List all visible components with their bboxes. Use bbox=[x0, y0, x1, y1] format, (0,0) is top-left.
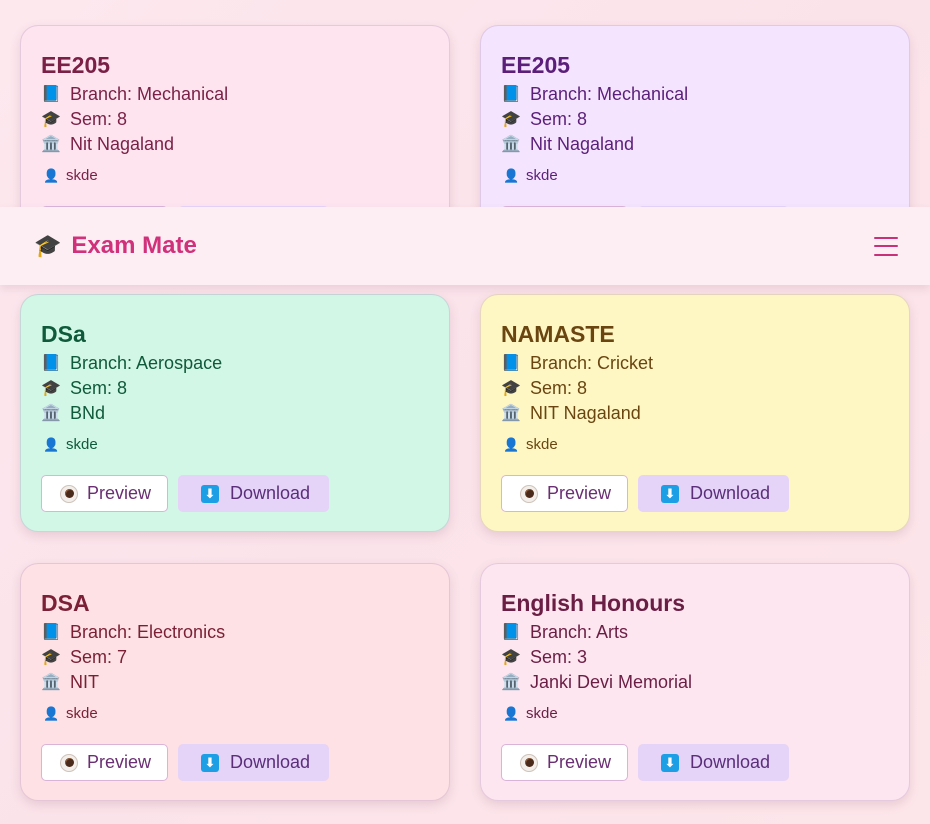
preview-button[interactable]: Preview bbox=[41, 744, 168, 781]
building-icon: 🏛️ bbox=[41, 136, 61, 153]
graduation-cap-icon: 🎓 bbox=[41, 380, 61, 397]
college-text: Nit Nagaland bbox=[530, 134, 635, 154]
uploader-text: skde bbox=[66, 167, 98, 184]
paper-title: English Honours bbox=[501, 590, 685, 616]
paper-card: DSA 📘 Branch: Electronics 🎓 Sem: 7 🏛️ NIT 👤… bbox=[20, 563, 450, 801]
user-icon: 👤 bbox=[43, 437, 60, 452]
preview-button[interactable]: Preview bbox=[501, 475, 628, 512]
college-text: NIT Nagaland bbox=[530, 403, 641, 423]
eye-icon bbox=[60, 484, 78, 503]
preview-button[interactable]: Preview bbox=[41, 475, 168, 512]
branch-text: Branch: Mechanical bbox=[530, 84, 689, 104]
user-icon: 👤 bbox=[43, 168, 60, 183]
sem-text: Sem: 8 bbox=[70, 109, 128, 129]
college-text: BNd bbox=[70, 403, 106, 423]
uploader-text: skde bbox=[526, 167, 558, 184]
download-icon: ⬇ bbox=[661, 753, 679, 772]
brand-name: Exam Mate bbox=[71, 232, 197, 259]
graduation-cap-icon: 🎓 bbox=[34, 233, 62, 258]
uploader-text: skde bbox=[526, 705, 558, 722]
eye-icon bbox=[60, 753, 78, 772]
graduation-cap-icon: 🎓 bbox=[501, 380, 521, 397]
hamburger-menu-icon[interactable] bbox=[874, 236, 898, 256]
eye-icon bbox=[520, 753, 538, 772]
building-icon: 🏛️ bbox=[41, 674, 61, 691]
download-button[interactable]: ⬇Download bbox=[178, 744, 329, 781]
book-icon: 📘 bbox=[41, 624, 61, 641]
branch-text: Branch: Aerospace bbox=[70, 353, 223, 373]
building-icon: 🏛️ bbox=[501, 136, 521, 153]
sem-text: Sem: 7 bbox=[70, 647, 128, 667]
download-icon: ⬇ bbox=[661, 484, 679, 503]
paper-title: EE205 bbox=[501, 52, 571, 78]
building-icon: 🏛️ bbox=[501, 674, 521, 691]
graduation-cap-icon: 🎓 bbox=[501, 111, 521, 128]
paper-title: EE205 bbox=[41, 52, 111, 78]
book-icon: 📘 bbox=[41, 86, 61, 103]
book-icon: 📘 bbox=[501, 355, 521, 372]
user-icon: 👤 bbox=[43, 706, 60, 721]
download-button[interactable]: ⬇Download bbox=[638, 744, 789, 781]
download-icon: ⬇ bbox=[201, 484, 219, 503]
user-icon: 👤 bbox=[503, 706, 520, 721]
brand[interactable]: 🎓 Exam Mate bbox=[34, 232, 197, 260]
navbar: 🎓 Exam Mate bbox=[0, 207, 930, 285]
download-icon: ⬇ bbox=[201, 753, 219, 772]
book-icon: 📘 bbox=[501, 624, 521, 641]
sem-text: Sem: 8 bbox=[530, 109, 588, 129]
graduation-cap-icon: 🎓 bbox=[501, 649, 521, 666]
sem-text: Sem: 8 bbox=[70, 378, 128, 398]
college-text: NIT bbox=[70, 672, 99, 692]
book-icon: 📘 bbox=[41, 355, 61, 372]
download-button[interactable]: ⬇Download bbox=[638, 475, 789, 512]
uploader-text: skde bbox=[526, 436, 558, 453]
graduation-cap-icon: 🎓 bbox=[41, 111, 61, 128]
paper-card: English Honours 📘 Branch: Arts 🎓 Sem: 3 🏛️… bbox=[480, 563, 910, 801]
user-icon: 👤 bbox=[503, 437, 520, 452]
paper-card: NAMASTE 📘 Branch: Cricket 🎓 Sem: 8 🏛️ NIT N… bbox=[480, 294, 910, 532]
branch-text: Branch: Mechanical bbox=[70, 84, 229, 104]
branch-text: Branch: Arts bbox=[530, 622, 629, 642]
user-icon: 👤 bbox=[503, 168, 520, 183]
building-icon: 🏛️ bbox=[41, 405, 61, 422]
uploader-text: skde bbox=[66, 705, 98, 722]
building-icon: 🏛️ bbox=[501, 405, 521, 422]
graduation-cap-icon: 🎓 bbox=[41, 649, 61, 666]
paper-title: NAMASTE bbox=[501, 321, 615, 347]
paper-title: DSa bbox=[41, 321, 86, 347]
uploader-text: skde bbox=[66, 436, 98, 453]
paper-card: DSa 📘 Branch: Aerospace 🎓 Sem: 8 🏛️ BNd 👤 sk… bbox=[20, 294, 450, 532]
preview-button[interactable]: Preview bbox=[501, 744, 628, 781]
college-text: Janki Devi Memorial bbox=[530, 672, 693, 692]
paper-title: DSA bbox=[41, 590, 90, 616]
eye-icon bbox=[520, 484, 538, 503]
sem-text: Sem: 8 bbox=[530, 378, 588, 398]
college-text: Nit Nagaland bbox=[70, 134, 175, 154]
branch-text: Branch: Electronics bbox=[70, 622, 226, 642]
book-icon: 📘 bbox=[501, 86, 521, 103]
download-button[interactable]: ⬇Download bbox=[178, 475, 329, 512]
sem-text: Sem: 3 bbox=[530, 647, 588, 667]
branch-text: Branch: Cricket bbox=[530, 353, 654, 373]
